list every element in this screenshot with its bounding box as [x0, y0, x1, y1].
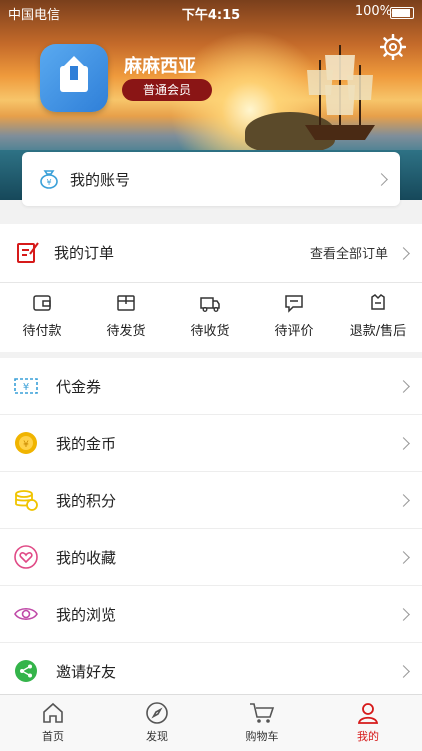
wallet-icon: [33, 295, 51, 311]
menu-item-favorites[interactable]: 我的收藏: [0, 529, 422, 586]
gold-coin-icon: ¥: [15, 432, 37, 454]
chevron-right-icon: [397, 437, 410, 450]
menu-item-browse-history[interactable]: 我的浏览: [0, 586, 422, 643]
chevron-right-icon: [397, 608, 410, 621]
menu-item-label: 邀请好友: [56, 663, 117, 681]
chevron-right-icon: [397, 494, 410, 507]
money-bag-icon: ¥: [40, 170, 58, 189]
compass-icon: [146, 702, 168, 724]
truck-icon: [200, 297, 220, 312]
menu-item-invite-friends[interactable]: 邀请好友: [0, 643, 422, 700]
points-icon: [15, 490, 38, 511]
orders-section: 我的订单 查看全部订单 待付款 待发货 待收货 待评价 退款/售后: [0, 224, 422, 352]
member-level-badge: 普通会员: [122, 79, 212, 101]
heart-icon: [14, 545, 38, 569]
order-state-label: 退款/售后: [349, 324, 407, 339]
home-icon: [43, 702, 63, 723]
order-state-pending-payment[interactable]: 待付款: [0, 292, 84, 339]
cart-icon: [250, 703, 275, 723]
tab-label: 我的: [357, 730, 379, 743]
tab-label: 发现: [146, 730, 168, 743]
order-state-pending-receipt[interactable]: 待收货: [168, 292, 252, 339]
chevron-right-icon: [397, 665, 410, 678]
chevron-right-icon: [397, 247, 410, 260]
bottom-tab-bar: 首页 发现 购物车 我的: [0, 694, 422, 751]
divider: [0, 282, 422, 283]
menu-item-label: 我的浏览: [56, 606, 117, 624]
menu-item-points[interactable]: 我的积分: [0, 472, 422, 529]
tab-label: 首页: [42, 730, 64, 743]
ship-illustration: [305, 45, 375, 140]
package-icon: [117, 295, 135, 311]
refund-icon: [371, 294, 385, 310]
tab-label: 购物车: [245, 730, 279, 743]
box-icon: [60, 56, 88, 92]
chevron-right-icon: [397, 380, 410, 393]
share-icon: [15, 660, 37, 682]
chevron-right-icon: [375, 173, 388, 186]
order-state-label: 待收货: [190, 324, 230, 339]
account-card[interactable]: ¥ 我的账号: [22, 152, 400, 206]
avatar[interactable]: [40, 44, 108, 112]
account-label: 我的账号: [70, 171, 131, 189]
menu-item-label: 我的收藏: [56, 549, 117, 567]
order-state-label: 待发货: [106, 324, 146, 339]
eye-icon: [14, 607, 38, 621]
username: 麻麻西亚: [124, 56, 196, 77]
comment-icon: [285, 295, 303, 313]
chevron-right-icon: [397, 551, 410, 564]
status-bar: 中国电信 下午4:15 100%: [0, 0, 422, 24]
menu-item-label: 我的金币: [56, 435, 117, 453]
tab-discover[interactable]: 发现: [127, 701, 187, 744]
order-list-icon: [17, 242, 39, 263]
svg-text:¥: ¥: [23, 440, 29, 450]
svg-text:¥: ¥: [46, 178, 51, 187]
order-state-pending-shipment[interactable]: 待发货: [84, 292, 168, 339]
battery-percent: 100%: [354, 4, 392, 19]
svg-text:¥: ¥: [23, 382, 29, 393]
user-icon: [357, 703, 379, 724]
tab-profile[interactable]: 我的: [338, 701, 398, 744]
order-state-label: 待付款: [22, 324, 62, 339]
battery-icon: [390, 7, 414, 19]
orders-title: 我的订单: [54, 244, 115, 262]
view-all-orders-link[interactable]: 查看全部订单: [310, 243, 388, 262]
menu-item-label: 代金券: [56, 378, 102, 396]
tab-cart[interactable]: 购物车: [232, 701, 292, 744]
menu-item-label: 我的积分: [56, 492, 117, 510]
menu-item-gold-coins[interactable]: ¥ 我的金币: [0, 415, 422, 472]
tab-home[interactable]: 首页: [23, 701, 83, 744]
order-state-pending-review[interactable]: 待评价: [252, 292, 336, 339]
order-state-refund[interactable]: 退款/售后: [336, 292, 420, 339]
menu-list: ¥ 代金券 ¥ 我的金币 我的积分 我的收藏 我的浏览 邀请好友: [0, 358, 422, 700]
coupon-icon: ¥: [14, 378, 38, 394]
order-state-label: 待评价: [274, 324, 314, 339]
menu-item-coupons[interactable]: ¥ 代金券: [0, 358, 422, 415]
settings-gear-icon[interactable]: [380, 34, 406, 60]
